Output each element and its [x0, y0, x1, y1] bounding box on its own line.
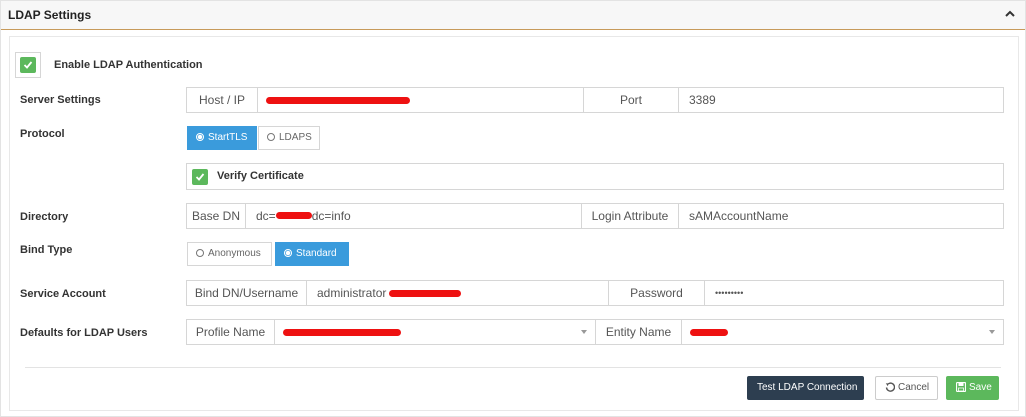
- test-label: Test LDAP Connection: [757, 382, 858, 393]
- radio-unselected-icon: [196, 249, 204, 257]
- base-dn-addon: Base DN: [187, 204, 246, 228]
- protocol-starttls-radio[interactable]: StartTLS: [187, 126, 257, 150]
- base-dn-prefix: dc=: [256, 209, 276, 223]
- save-button[interactable]: Save: [946, 376, 999, 400]
- bind-dn-value: administrator: [317, 286, 387, 300]
- check-icon: [195, 173, 205, 181]
- redaction-mark: [283, 329, 401, 336]
- panel-title: LDAP Settings: [8, 8, 92, 22]
- radio-unselected-icon: [267, 133, 275, 141]
- protocol-ldaps-radio[interactable]: LDAPS: [258, 126, 320, 150]
- caret-down-icon: [989, 330, 995, 334]
- redaction-mark: [275, 212, 312, 219]
- password-addon: Password: [608, 281, 705, 305]
- save-icon: [955, 381, 967, 393]
- profile-name-addon: Profile Name: [187, 320, 275, 344]
- bind-type-label: Bind Type: [20, 244, 73, 256]
- save-label: Save: [969, 382, 992, 393]
- redaction-mark: [690, 329, 728, 336]
- entity-name-select[interactable]: [682, 320, 1003, 344]
- password-input[interactable]: •••••••••: [705, 281, 1003, 305]
- caret-down-icon: [581, 330, 587, 334]
- radio-selected-icon: [196, 133, 204, 141]
- panel-header[interactable]: LDAP Settings: [1, 1, 1025, 30]
- server-settings-group: Host / IP Port 3389: [186, 87, 1004, 113]
- check-icon: [20, 57, 36, 73]
- starttls-label: StartTLS: [208, 132, 248, 143]
- bind-dn-input[interactable]: administrator: [307, 281, 608, 305]
- redaction-mark: [266, 97, 410, 104]
- cancel-button[interactable]: Cancel: [875, 376, 938, 400]
- enable-ldap-label: Enable LDAP Authentication: [54, 59, 203, 71]
- profile-name-select[interactable]: [275, 320, 595, 344]
- bind-anonymous-radio[interactable]: Anonymous: [187, 242, 272, 266]
- verify-certificate-checkbox[interactable]: [192, 169, 208, 185]
- defaults-group: Profile Name Entity Name: [186, 319, 1004, 345]
- verify-certificate-box: Verify Certificate: [186, 163, 1004, 190]
- divider: [25, 367, 1001, 368]
- defaults-label: Defaults for LDAP Users: [20, 327, 148, 339]
- entity-name-addon: Entity Name: [595, 320, 682, 344]
- directory-group: Base DN dc= dc=info Login Attribute sAMAc…: [186, 203, 1004, 229]
- server-settings-label: Server Settings: [20, 94, 101, 106]
- chevron-up-icon[interactable]: [1005, 10, 1015, 18]
- service-account-label: Service Account: [20, 288, 106, 300]
- radio-selected-icon: [284, 249, 292, 257]
- cancel-label: Cancel: [898, 382, 930, 393]
- port-input[interactable]: 3389: [679, 88, 1003, 112]
- bind-standard-radio[interactable]: Standard: [275, 242, 349, 266]
- anonymous-label: Anonymous: [208, 248, 261, 259]
- base-dn-input[interactable]: dc= dc=info: [246, 204, 581, 228]
- ldaps-label: LDAPS: [279, 132, 312, 143]
- directory-label: Directory: [20, 211, 69, 223]
- protocol-label: Protocol: [20, 128, 65, 140]
- redaction-mark: [389, 290, 461, 297]
- port-addon: Port: [583, 88, 679, 112]
- test-ldap-connection-button[interactable]: Test LDAP Connection: [747, 376, 864, 400]
- host-input[interactable]: [258, 88, 583, 112]
- enable-ldap-checkbox[interactable]: [15, 52, 41, 78]
- login-attribute-input[interactable]: sAMAccountName: [679, 204, 1003, 228]
- verify-certificate-label: Verify Certificate: [217, 170, 304, 182]
- host-addon: Host / IP: [187, 88, 258, 112]
- base-dn-suffix: dc=info: [311, 209, 351, 223]
- login-attribute-addon: Login Attribute: [581, 204, 679, 228]
- bind-dn-addon: Bind DN/Username: [187, 281, 307, 305]
- service-account-group: Bind DN/Username administrator Password …: [186, 280, 1004, 306]
- ldap-settings-panel: LDAP Settings Enable LDAP Authentication…: [0, 0, 1026, 417]
- standard-label: Standard: [296, 248, 337, 259]
- undo-icon: [885, 382, 896, 392]
